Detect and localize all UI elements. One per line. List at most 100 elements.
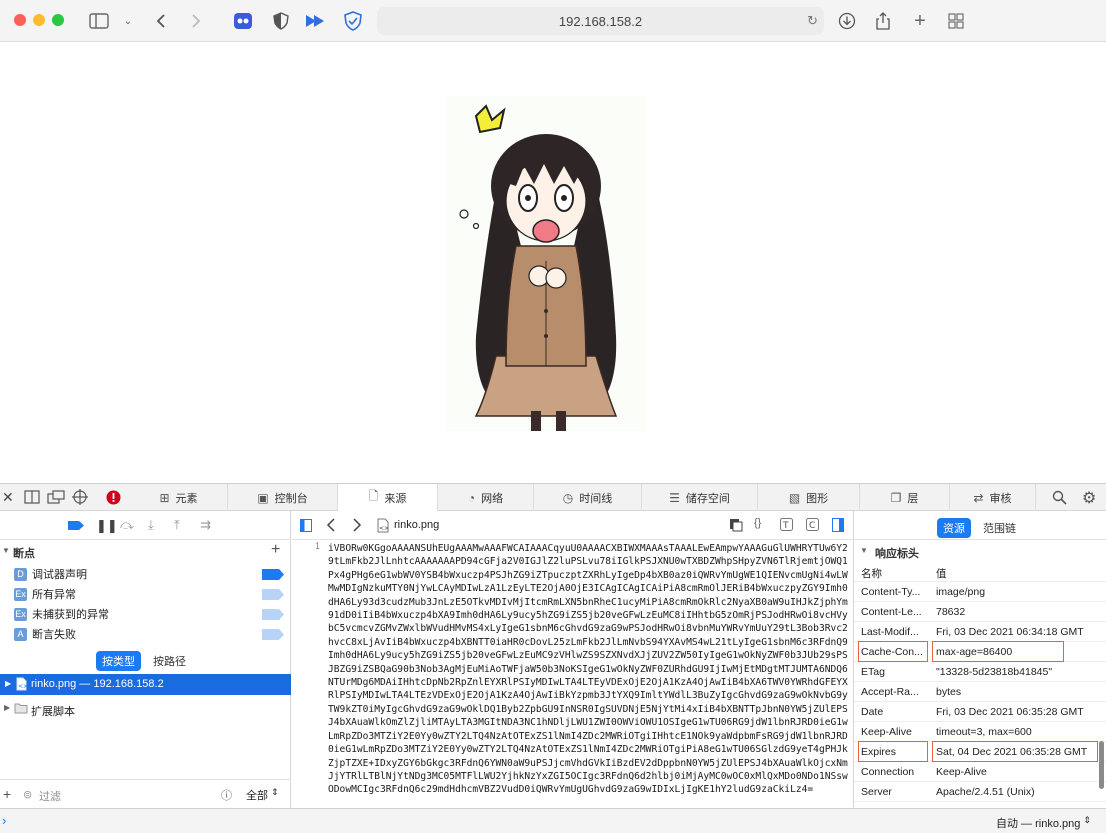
- breakpoint-toggle-icon[interactable]: [262, 569, 284, 580]
- extension-scripts-row[interactable]: ▶ 扩展脚本: [0, 699, 291, 719]
- tab-label: 控制台: [274, 492, 308, 505]
- address-bar[interactable]: 192.168.158.2 ↻: [377, 7, 824, 35]
- forward-button[interactable]: [185, 11, 207, 31]
- breakpoint-label: 未捕获到的异常: [32, 609, 109, 621]
- header-row[interactable]: Accept-Ra... bytes: [854, 682, 1106, 702]
- console-prompt-icon[interactable]: ›: [2, 813, 6, 828]
- copy-icon[interactable]: [729, 518, 743, 535]
- details-segmented-control: 资源 范围链: [937, 518, 1022, 538]
- resource-row-rinko[interactable]: ▶ <> rinko.png — 192.168.158.2: [0, 674, 291, 695]
- scope-select-value: 全部: [246, 790, 268, 802]
- step-icon[interactable]: ⇉: [200, 517, 211, 533]
- step-into-icon[interactable]: ⤓: [148, 517, 154, 533]
- extension-icon[interactable]: [232, 11, 254, 31]
- close-devtools-icon[interactable]: ✕: [2, 489, 14, 506]
- share-icon[interactable]: [872, 11, 894, 31]
- breakpoint-toggle-icon[interactable]: [262, 609, 284, 620]
- tab-graphics[interactable]: ▧ 图形: [758, 484, 860, 511]
- close-window-button[interactable]: [14, 14, 26, 26]
- breakpoint-label: 所有异常: [32, 589, 76, 601]
- execution-context-select[interactable]: 自动 — rinko.png ⇕: [996, 815, 1091, 831]
- dock-side-icon[interactable]: [24, 490, 40, 507]
- tab-resource[interactable]: 资源: [937, 518, 971, 538]
- tab-elements[interactable]: ⊞ 元素: [130, 484, 228, 511]
- breakpoint-item[interactable]: Ex 所有异常: [14, 585, 76, 603]
- code-coverage-icon[interactable]: C: [806, 518, 819, 534]
- scope-select[interactable]: 全部 ⇕: [246, 787, 279, 803]
- forward-icon[interactable]: [352, 518, 362, 535]
- pause-icon[interactable]: ❚❚: [96, 518, 118, 534]
- header-row[interactable]: Keep-Alive timeout=3, max=600: [854, 722, 1106, 742]
- disclosure-triangle-icon[interactable]: ▶: [4, 703, 10, 712]
- details-sidebar: 资源 范围链 ▼ 响应标头 名称 值 Content-Ty... image/pn…: [853, 511, 1106, 808]
- tab-network[interactable]: ◔ 网络: [438, 484, 534, 511]
- folder-icon: [14, 702, 28, 717]
- breakpoint-item[interactable]: D 调试器声明: [14, 565, 87, 583]
- zoom-window-button[interactable]: [52, 14, 64, 26]
- group-by-type-button[interactable]: 按类型: [96, 651, 141, 671]
- tab-timeline[interactable]: ◷ 时间线: [534, 484, 642, 511]
- tab-scope-chain[interactable]: 范围链: [977, 518, 1022, 538]
- disclosure-triangle-icon[interactable]: ▶: [5, 679, 11, 688]
- group-by-path-button[interactable]: 按路径: [147, 651, 192, 671]
- filter-field[interactable]: ⊜ 过滤: [20, 785, 210, 803]
- search-icon[interactable]: [1052, 490, 1067, 508]
- chevron-down-icon[interactable]: ⌄: [117, 11, 139, 31]
- header-row[interactable]: Connection Keep-Alive: [854, 762, 1106, 782]
- disclosure-triangle-icon[interactable]: ▼: [2, 546, 10, 555]
- breakpoint-item[interactable]: Ex 未捕获到的异常: [14, 605, 109, 623]
- header-row[interactable]: Date Fri, 03 Dec 2021 06:35:28 GMT: [854, 702, 1106, 722]
- minimize-window-button[interactable]: [33, 14, 45, 26]
- header-row[interactable]: Last-Modif... Fri, 03 Dec 2021 06:34:18 G…: [854, 622, 1106, 642]
- inspect-element-icon[interactable]: [72, 489, 88, 508]
- info-icon[interactable]: ⓘ: [221, 787, 232, 803]
- header-row[interactable]: Content-Le... 78632: [854, 602, 1106, 622]
- updown-chevron-icon: ⇕: [271, 787, 279, 797]
- extension-forward-icon[interactable]: [304, 11, 326, 31]
- back-button[interactable]: [150, 11, 172, 31]
- gear-icon[interactable]: ⚙: [1082, 488, 1096, 508]
- vpn-shield-icon[interactable]: [342, 11, 364, 31]
- privacy-shield-icon[interactable]: [270, 11, 292, 31]
- url-text[interactable]: 192.168.158.2: [377, 14, 824, 29]
- debugger-toolbar: ❚❚ ⤼ ⤓ ⤒ ⇉: [0, 511, 291, 540]
- step-out-icon[interactable]: ⤒: [174, 517, 180, 533]
- tab-label: 元素: [175, 492, 198, 505]
- reload-icon[interactable]: ↻: [807, 13, 818, 29]
- step-over-icon[interactable]: ⤼: [120, 517, 134, 533]
- add-breakpoint-button[interactable]: +: [271, 541, 280, 559]
- group-segmented-control: 按类型 按路径: [96, 651, 192, 671]
- new-tab-icon[interactable]: +: [909, 10, 931, 32]
- editor-toolbar: <> rinko.png {} T C: [292, 511, 853, 540]
- filter-placeholder: 过滤: [39, 791, 61, 803]
- add-icon[interactable]: +: [3, 786, 11, 802]
- breakpoint-toggle-icon[interactable]: [262, 629, 284, 640]
- header-row[interactable]: Content-Ty... image/png: [854, 582, 1106, 602]
- disclosure-triangle-icon[interactable]: ▼: [860, 546, 868, 555]
- tab-audit[interactable]: ⇄ 审核: [950, 484, 1036, 511]
- sidebar-toggle-icon[interactable]: [88, 11, 110, 31]
- breakpoint-toggle-icon[interactable]: [262, 589, 284, 600]
- text-mode-icon[interactable]: T: [780, 518, 793, 534]
- navigator-toggle-icon[interactable]: [300, 519, 312, 535]
- header-row[interactable]: Server Apache/2.4.51 (Unix): [854, 782, 1106, 802]
- breakpoint-label: 断言失败: [32, 629, 76, 641]
- tab-storage[interactable]: ☰ 储存空间: [642, 484, 758, 511]
- tab-sources[interactable]: 🗋 来源: [338, 484, 438, 511]
- undock-icon[interactable]: [47, 490, 65, 507]
- tab-console[interactable]: ▣ 控制台: [228, 484, 338, 511]
- header-row[interactable]: ETag "13328-5d23818b41845": [854, 662, 1106, 682]
- breakpoint-item[interactable]: A 断言失败: [14, 625, 76, 643]
- network-icon: ◔: [467, 490, 476, 505]
- downloads-icon[interactable]: [836, 11, 858, 31]
- svg-text:<>: <>: [379, 525, 389, 532]
- pretty-print-icon[interactable]: {}: [754, 517, 761, 529]
- back-icon[interactable]: [326, 518, 336, 535]
- tab-layers[interactable]: ❐ 层: [860, 484, 950, 511]
- error-count-icon[interactable]: [106, 490, 121, 508]
- scrollbar-thumb[interactable]: [1099, 741, 1104, 789]
- breakpoints-toggle-icon[interactable]: [67, 520, 85, 534]
- tab-overview-icon[interactable]: [945, 11, 967, 31]
- details-sidebar-toggle-icon[interactable]: [832, 518, 844, 535]
- source-code-content[interactable]: iVBORw0KGgoAAAANSUhEUgAAAMwAAAFWCAIAAACq…: [328, 542, 848, 808]
